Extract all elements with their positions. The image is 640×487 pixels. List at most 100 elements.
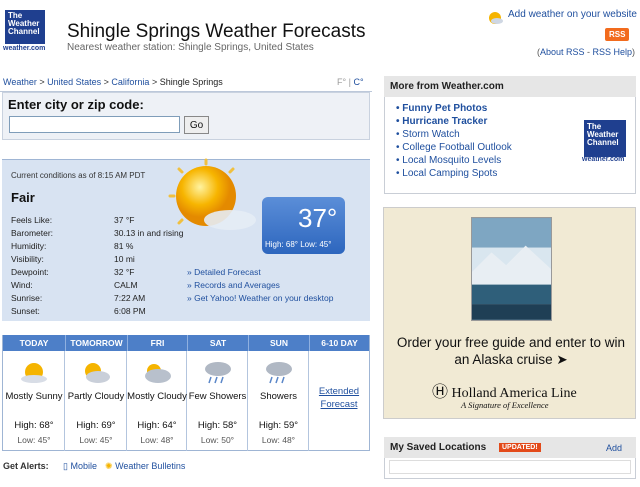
sun-icon	[489, 12, 503, 24]
row-label: Sunrise:	[11, 293, 43, 303]
forecast-high: High: 58°	[197, 420, 238, 431]
forecast-condition: Mostly Cloudy	[127, 391, 187, 402]
hal-logo-icon: Ⓗ	[432, 384, 449, 401]
forecast-condition: Partly Cloudy	[67, 391, 125, 402]
row-value: 10 mi	[114, 254, 135, 264]
row-value: 7:22 AM	[114, 293, 146, 303]
weather-bulletins-text[interactable]: Weather Bulletins	[115, 461, 185, 471]
row-value: 32 °F	[114, 267, 135, 277]
forecast-low: Low: 45°	[17, 435, 51, 445]
sun-icon-large	[168, 158, 256, 230]
forecast-high: High: 64°	[137, 420, 177, 431]
forecast-day: TODAY	[3, 335, 65, 351]
page-title: Shingle Springs Weather Forecasts	[67, 21, 366, 42]
breadcrumb-us[interactable]: United States	[47, 77, 101, 87]
go-button[interactable]: Go	[184, 116, 209, 134]
rss-button[interactable]: RSS	[605, 28, 630, 41]
forecast-day: FRI	[127, 335, 187, 351]
weather-channel-logo[interactable]: The Weather Channel	[5, 10, 45, 44]
ad-tagline: A Signature of Excellence	[461, 400, 549, 410]
ad-brand-text: Holland America Line	[451, 386, 577, 401]
row-label: Wind:	[11, 280, 33, 290]
saved-locations-list	[389, 460, 631, 474]
showers-icon	[205, 362, 231, 384]
ad-brand: Ⓗ Holland America Line	[432, 378, 577, 402]
row-value: 37 °F	[114, 215, 135, 225]
breadcrumb-weather[interactable]: Weather	[3, 77, 37, 87]
current-temperature: 37°	[298, 203, 338, 233]
more-item-label: College Football Outlook	[402, 142, 512, 153]
forecast-low: Low: 48°	[261, 435, 296, 445]
breadcrumb-current: Shingle Springs	[159, 77, 223, 87]
weather-bulletins-link[interactable]: ✺ Weather Bulletins	[105, 461, 185, 472]
more-item[interactable]: • College Football Outlook	[396, 142, 512, 153]
row-label: Sunset:	[11, 306, 40, 316]
sun-icon-small: ✺	[105, 461, 113, 471]
ad-headline: Order your free guide and enter to win a…	[396, 335, 626, 367]
more-item-label: Hurricane Tracker	[402, 116, 488, 127]
more-item[interactable]: • Storm Watch	[396, 129, 460, 140]
forecast-condition: Few Showers	[188, 391, 247, 402]
more-item-label: Funny Pet Photos	[402, 103, 488, 114]
forecast-low: Low: 48°	[140, 435, 174, 445]
row-value: CALM	[114, 280, 138, 290]
partly-cloudy-icon	[85, 363, 110, 383]
condition-text: Fair	[11, 190, 35, 205]
forecast-condition: Showers	[260, 391, 297, 402]
more-item[interactable]: • Funny Pet Photos	[396, 103, 487, 114]
forecast-low: Low: 45°	[79, 435, 113, 445]
forecast-day-extended: 6-10 DAY	[309, 335, 369, 351]
today-high: High: 68°	[265, 240, 298, 249]
more-item[interactable]: • Hurricane Tracker	[396, 116, 487, 127]
weather-channel-logo[interactable]: The Weather Channel	[584, 120, 626, 157]
row-value: 81 %	[114, 241, 134, 251]
forecast-condition: Mostly Sunny	[5, 391, 63, 402]
rss-links: (About RSS - RSS Help)	[537, 47, 636, 57]
row-label: Dewpoint:	[11, 267, 49, 277]
yahoo-desktop-link[interactable]: » Get Yahoo! Weather on your desktop	[187, 293, 333, 303]
forecast-day: SUN	[248, 335, 309, 351]
mobile-alert-text[interactable]: Mobile	[70, 461, 97, 471]
today-low: Low: 45°	[300, 240, 332, 249]
breadcrumb: Weather > United States > California > S…	[3, 77, 223, 87]
row-value: 30.13 in and rising	[114, 228, 184, 238]
breadcrumb-california[interactable]: California	[111, 77, 149, 87]
updated-badge: UPDATED!	[499, 443, 541, 452]
row-label: Humidity:	[11, 241, 47, 251]
conditions-timestamp: Current conditions as of 8:15 AM PDT	[11, 171, 146, 180]
add-weather-link[interactable]: Add weather on your website	[508, 9, 637, 20]
unit-toggle: F° | C°	[337, 77, 364, 87]
row-label: Feels Like:	[11, 215, 53, 225]
sun-cloud-icon	[21, 363, 47, 383]
more-item[interactable]: • Local Mosquito Levels	[396, 155, 501, 166]
row-value: 6:08 PM	[114, 306, 146, 316]
forecast-day: TOMORROW	[65, 335, 127, 351]
more-panel-title: More from Weather.com	[384, 76, 636, 97]
more-item-label: Local Mosquito Levels	[402, 155, 502, 166]
row-label: Barometer:	[11, 228, 54, 238]
add-location-link[interactable]: Add	[606, 443, 622, 453]
rss-help-link[interactable]: RSS Help	[593, 47, 633, 57]
today-high-low: High: 68° Low: 45°	[265, 240, 331, 249]
about-rss-link[interactable]: About RSS	[540, 47, 585, 57]
more-item-label: Storm Watch	[402, 129, 460, 140]
forecast-high: High: 59°	[258, 420, 299, 431]
forecast-low: Low: 50°	[200, 435, 235, 445]
unit-c[interactable]: C°	[353, 77, 363, 87]
logo-subtext: weather.com	[3, 45, 46, 52]
page-subtitle: Nearest weather station: Shingle Springs…	[67, 42, 314, 53]
row-label: Visibility:	[11, 254, 44, 264]
detailed-forecast-link[interactable]: » Detailed Forecast	[187, 267, 261, 277]
logo-subtext: weather.com	[582, 156, 625, 163]
mobile-alert-link[interactable]: ▯ Mobile	[63, 461, 97, 472]
search-input[interactable]	[9, 116, 180, 133]
more-item[interactable]: • Local Camping Spots	[396, 168, 497, 179]
extended-forecast-link[interactable]: Extended Forecast	[313, 385, 365, 411]
brochure-image	[471, 217, 552, 321]
unit-f[interactable]: F°	[337, 77, 346, 87]
forecast-high: High: 68°	[14, 420, 54, 431]
forecast-day: SAT	[187, 335, 248, 351]
alerts-label: Get Alerts:	[3, 461, 49, 471]
records-averages-link[interactable]: » Records and Averages	[187, 280, 280, 290]
phone-icon: ▯	[63, 461, 68, 471]
